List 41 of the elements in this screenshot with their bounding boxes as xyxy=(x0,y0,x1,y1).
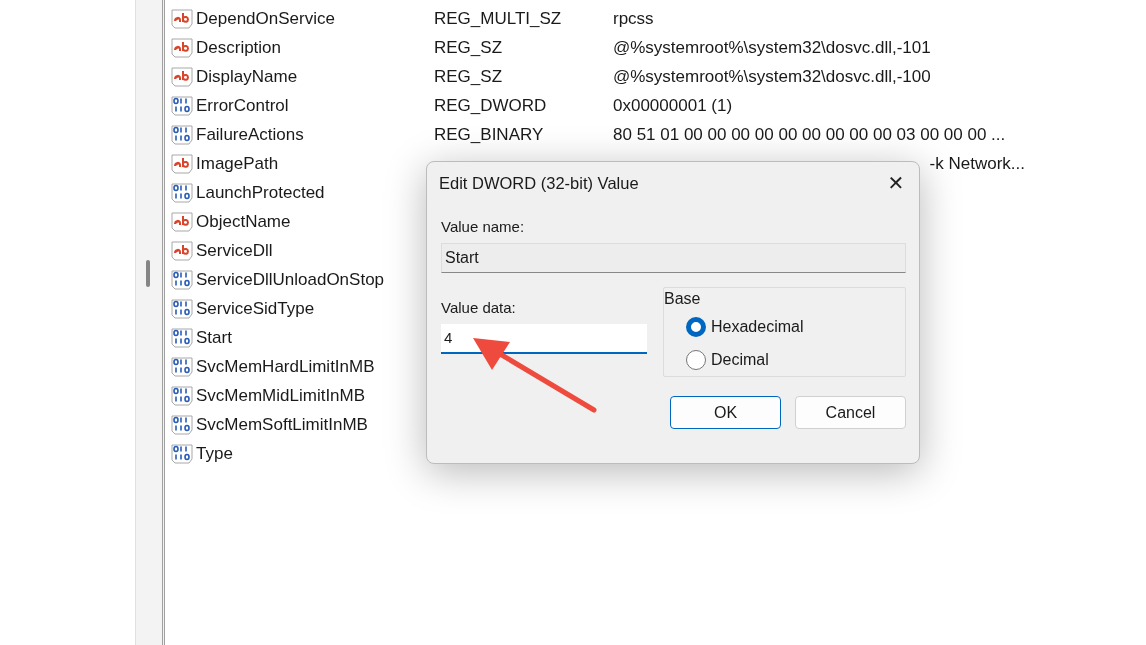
value-name[interactable]: ServiceDllUnloadOnStop xyxy=(196,269,385,290)
value-name[interactable]: ObjectName xyxy=(196,211,291,232)
value-name[interactable]: FailureActions xyxy=(196,124,304,145)
field-label: Value data: xyxy=(441,299,517,316)
value-name[interactable]: DisplayName xyxy=(196,66,298,87)
value-type: REG_MULTI_SZ xyxy=(434,8,562,28)
value-name[interactable]: ServiceDll xyxy=(196,240,273,261)
group-label: Base xyxy=(664,290,702,308)
value-name[interactable]: Start xyxy=(196,327,232,348)
value-type: REG_SZ xyxy=(434,37,503,57)
value-name[interactable]: ErrorControl xyxy=(196,95,289,116)
value-name[interactable]: DependOnService xyxy=(196,8,335,29)
radio-label[interactable]: Hexadecimal xyxy=(711,317,804,336)
value-data: @%systemroot%\system32\dosvc.dll,-101 xyxy=(613,37,931,57)
value-data: 80 51 01 00 00 00 00 00 00 00 00 00 03 00 00 00 ... xyxy=(613,124,1006,144)
radio-label[interactable]: Decimal xyxy=(711,350,769,369)
value-data: rpcss xyxy=(613,8,654,28)
value-type: REG_DWORD xyxy=(434,95,547,115)
ok-button[interactable]: OK xyxy=(670,396,781,429)
value-data: 0x00000001 (1) xyxy=(613,95,733,115)
field-label: Value name: xyxy=(441,218,526,235)
value-name[interactable]: LaunchProtected xyxy=(196,182,325,203)
scroll-thumb[interactable] xyxy=(146,260,150,287)
value-name[interactable]: SvcMemHardLimitInMB xyxy=(196,356,375,377)
value-data: @%systemroot%\system32\dosvc.dll,-100 xyxy=(613,66,931,86)
value-name[interactable]: ImagePath xyxy=(196,153,279,174)
value-name[interactable]: ServiceSidType xyxy=(196,298,315,319)
value-data-field[interactable]: 4 xyxy=(441,324,647,354)
value-data: -k Network... xyxy=(929,153,1025,173)
value-name[interactable]: Description xyxy=(196,37,282,58)
cancel-button[interactable]: Cancel xyxy=(795,396,906,429)
radio-button[interactable] xyxy=(686,316,706,337)
value-name-field: Start xyxy=(441,243,906,273)
close-button[interactable]: ✕ xyxy=(873,163,919,203)
value-name[interactable]: SvcMemSoftLimitInMB xyxy=(196,414,368,435)
dialog-title: Edit DWORD (32-bit) Value xyxy=(439,173,639,193)
value-name[interactable]: SvcMemMidLimitInMB xyxy=(196,385,366,406)
radio-button[interactable] xyxy=(686,349,706,370)
value-type: REG_BINARY xyxy=(434,124,544,144)
value-name[interactable]: Type xyxy=(196,443,233,464)
value-type: REG_SZ xyxy=(434,66,503,86)
